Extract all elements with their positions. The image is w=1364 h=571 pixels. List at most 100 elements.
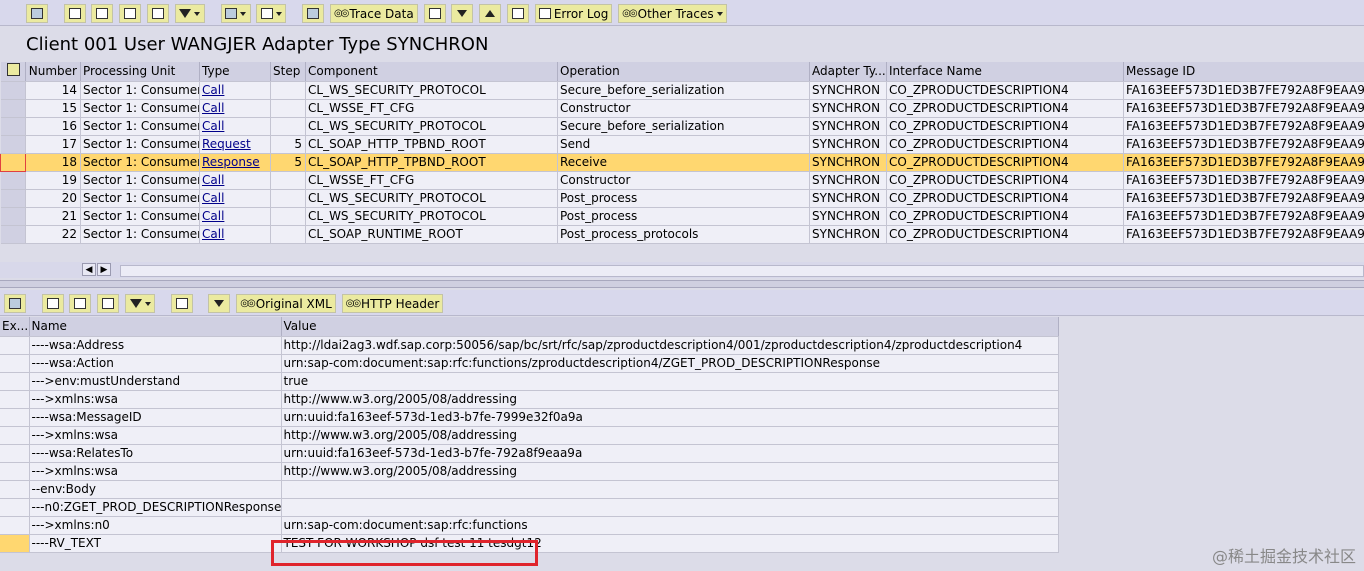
find-next-button[interactable] (147, 4, 170, 23)
col-header-adapter-type[interactable]: Adapter Ty... (809, 62, 887, 82)
row-selector[interactable] (0, 189, 26, 208)
table-row[interactable]: ----wsa:MessageID urn:uuid:fa163eef-573d-… (0, 408, 1059, 427)
cell-expand[interactable] (0, 354, 30, 373)
export-button[interactable] (220, 4, 251, 23)
table-row[interactable]: --->xmlns:wsa http://www.w3.org/2005/08/a… (0, 390, 1059, 409)
type-link[interactable]: Call (202, 227, 224, 241)
cell-type[interactable]: Call (199, 171, 271, 190)
cell-type[interactable]: Response (199, 153, 271, 172)
col-header-component[interactable]: Component (305, 62, 558, 82)
scroll-left-icon[interactable]: ◀ (82, 263, 96, 276)
row-selector[interactable] (0, 152, 26, 172)
expand-button[interactable] (479, 4, 502, 23)
cell-type[interactable]: Call (199, 99, 271, 118)
cell-type[interactable]: Call (199, 189, 271, 208)
row-selector[interactable] (0, 207, 26, 226)
refresh-button[interactable] (302, 4, 325, 23)
document-button[interactable] (423, 4, 446, 23)
table-row[interactable]: --->xmlns:n0 urn:sap-com:document:sap:rfc… (0, 516, 1059, 535)
cell-expand[interactable] (0, 480, 30, 499)
col-header-number[interactable]: Number (25, 62, 81, 82)
col-header-type[interactable]: Type (199, 62, 271, 82)
row-selector[interactable] (0, 171, 26, 190)
layout-button[interactable] (256, 4, 287, 23)
table-row[interactable]: 22 Sector 1: Consumer Call CL_SOAP_RUNTIME_… (0, 225, 1364, 244)
scroll-right-icon[interactable]: ▶ (97, 263, 111, 276)
type-link[interactable]: Request (202, 137, 251, 151)
col-header-message-id[interactable]: Message ID (1123, 62, 1364, 82)
trace-data-button[interactable]: ◎◎ Trace Data (329, 4, 418, 23)
col-header-name[interactable]: Name (29, 317, 282, 337)
table-row[interactable]: 19 Sector 1: Consumer Call CL_WSSE_FT_CFG Co… (0, 171, 1364, 190)
cell-expand[interactable] (0, 426, 30, 445)
table-row[interactable]: ----wsa:Address http://ldai2ag3.wdf.sap.c… (0, 336, 1059, 355)
error-log-button[interactable]: Error Log (534, 4, 613, 23)
cell-expand[interactable] (0, 462, 30, 481)
col-header-operation[interactable]: Operation (557, 62, 810, 82)
type-link[interactable]: Call (202, 101, 224, 115)
col-header-expand[interactable]: Ex... (0, 317, 30, 337)
details-button[interactable] (26, 4, 48, 23)
row-selector[interactable] (0, 135, 26, 154)
table-row[interactable]: 20 Sector 1: Consumer Call CL_WS_SECURITY_P… (0, 189, 1364, 208)
table-row[interactable]: 21 Sector 1: Consumer Call CL_WS_SECURITY_P… (0, 207, 1364, 226)
xml-button[interactable] (507, 4, 530, 23)
cell-expand[interactable] (0, 534, 30, 553)
type-link[interactable]: Call (202, 119, 224, 133)
filter-button[interactable] (91, 4, 114, 23)
cell-expand[interactable] (0, 390, 30, 409)
http-header-button[interactable]: ◎◎ HTTP Header (341, 294, 444, 313)
type-link[interactable]: Call (202, 191, 224, 205)
horizontal-scrollbar[interactable]: ◀ ▶ (0, 262, 1364, 278)
table-row[interactable]: 15 Sector 1: Consumer Call CL_WSSE_FT_CFG Co… (0, 99, 1364, 118)
cell-expand[interactable] (0, 516, 30, 535)
cell-expand[interactable] (0, 444, 30, 463)
table-row[interactable]: ---n0:ZGET_PROD_DESCRIPTIONResponse (0, 498, 1059, 517)
cell-type[interactable]: Call (199, 207, 271, 226)
cell-type[interactable]: Call (199, 81, 271, 100)
pane-splitter[interactable] (0, 280, 1364, 288)
row-selector[interactable] (0, 99, 26, 118)
find-button[interactable] (119, 4, 142, 23)
type-link[interactable]: Call (202, 83, 224, 97)
details-button[interactable] (4, 294, 26, 313)
cell-expand[interactable] (0, 498, 30, 517)
type-link[interactable]: Call (202, 173, 224, 187)
table-row[interactable]: ----wsa:Action urn:sap-com:document:sap:r… (0, 354, 1059, 373)
cell-type[interactable]: Request (199, 135, 271, 154)
set-filter-button[interactable] (125, 294, 156, 313)
print-button[interactable] (63, 4, 86, 23)
col-header-value[interactable]: Value (281, 317, 1059, 337)
print-button[interactable] (41, 294, 64, 313)
row-selector[interactable] (0, 117, 26, 136)
table-row[interactable]: 18 Sector 1: Consumer Response 5 CL_SOAP_HTT… (0, 152, 1364, 172)
table-row[interactable]: 16 Sector 1: Consumer Call CL_WS_SECURITY_P… (0, 117, 1364, 136)
col-header-step[interactable]: Step (270, 62, 306, 82)
row-selector[interactable] (0, 225, 26, 244)
col-header-interface-name[interactable]: Interface Name (886, 62, 1124, 82)
table-row[interactable]: 14 Sector 1: Consumer Call CL_WS_SECURITY_P… (0, 81, 1364, 100)
col-header-processing-unit[interactable]: Processing Unit (80, 62, 200, 82)
type-link[interactable]: Call (202, 209, 224, 223)
scroll-track[interactable] (120, 265, 1364, 277)
select-all-cell[interactable] (0, 62, 26, 82)
collapse-button[interactable] (451, 4, 474, 23)
type-link[interactable]: Response (202, 155, 260, 169)
set-filter-button[interactable] (174, 4, 205, 23)
row-selector[interactable] (0, 81, 26, 100)
other-traces-button[interactable]: ◎◎ Other Traces (618, 4, 727, 23)
table-row[interactable]: --->xmlns:wsa http://www.w3.org/2005/08/a… (0, 462, 1059, 481)
cell-expand[interactable] (0, 408, 30, 427)
table-row[interactable]: ----wsa:RelatesTo urn:uuid:fa163eef-573d-… (0, 444, 1059, 463)
find-next-button[interactable] (97, 294, 120, 313)
collapse-button[interactable] (208, 294, 231, 313)
table-row[interactable]: 17 Sector 1: Consumer Request 5 CL_SOAP_HTTP… (0, 135, 1364, 154)
original-xml-button[interactable]: ◎◎ Original XML (236, 294, 336, 313)
table-row[interactable]: --env:Body (0, 480, 1059, 499)
cell-type[interactable]: Call (199, 225, 271, 244)
cell-type[interactable]: Call (199, 117, 271, 136)
table-view-button[interactable] (170, 294, 193, 313)
cell-expand[interactable] (0, 372, 30, 391)
cell-expand[interactable] (0, 336, 30, 355)
table-row[interactable]: --->env:mustUnderstand true (0, 372, 1059, 391)
